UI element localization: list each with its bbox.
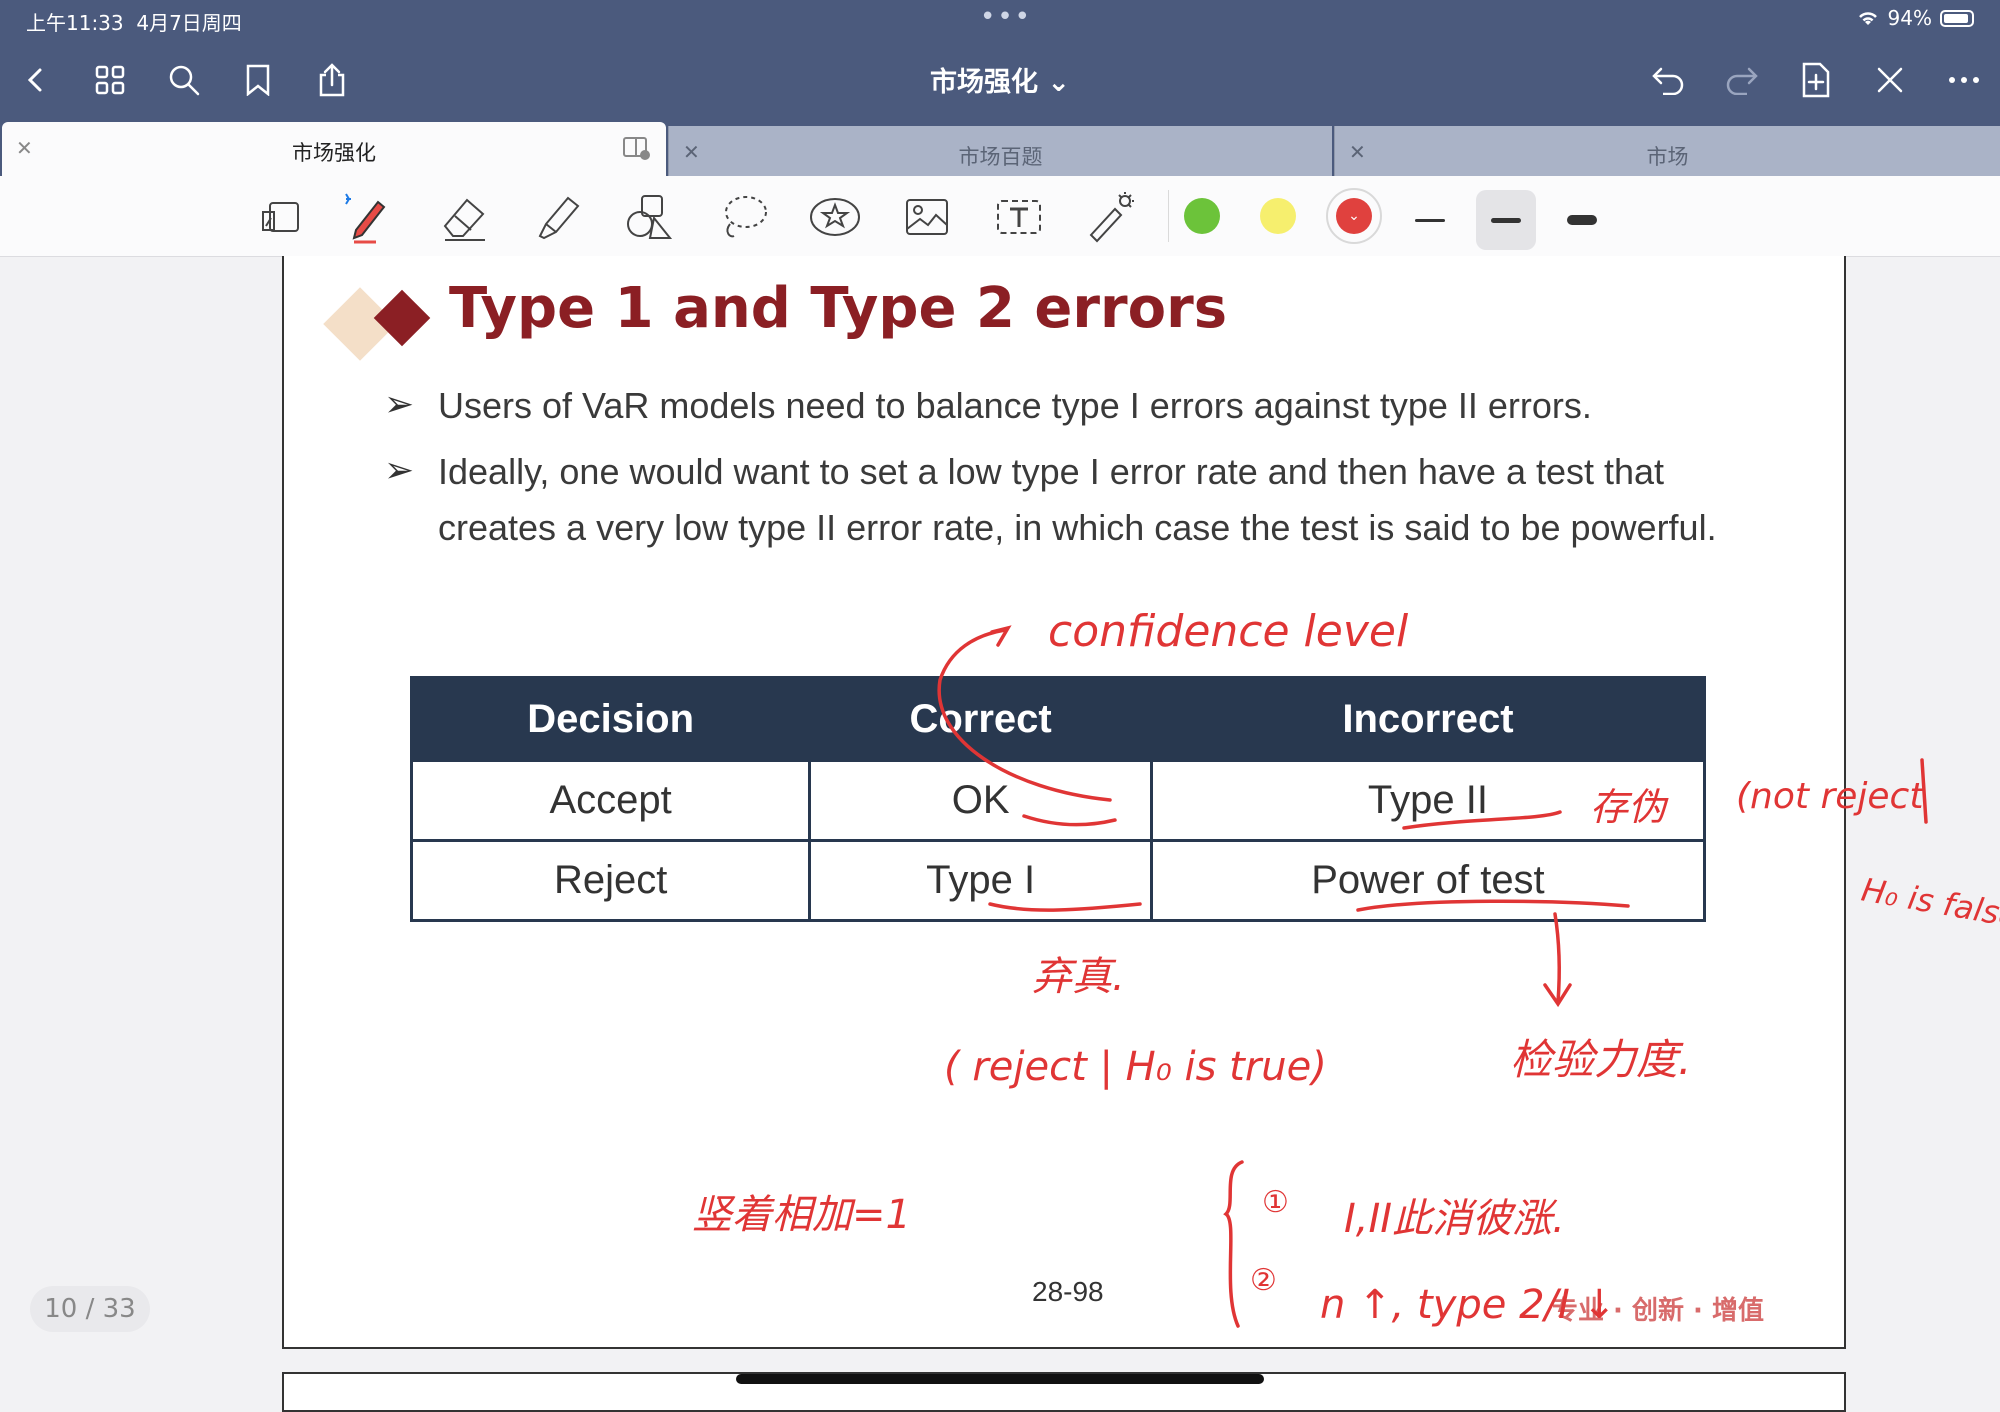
slide-page: Type 1 and Type 2 errors ➢ Users of VaR … <box>282 256 1846 1349</box>
battery-icon <box>1940 9 1974 27</box>
watermark-text: 专业 · 创新 · 增值 <box>1552 1296 1764 1326</box>
bullet-arrow-icon: ➢ <box>384 384 415 425</box>
table-cell: OK <box>808 759 1153 842</box>
nav-bar: 市场强化 ⌄ <box>0 40 2000 122</box>
lasso-icon[interactable] <box>718 190 772 244</box>
document-tabs: ✕ 市场强化 ✕ 市场百题 ✕ 市场 <box>0 122 2000 176</box>
read-mode-icon[interactable] <box>254 190 308 244</box>
table-cell: Accept <box>409 759 812 842</box>
table-header: Decision <box>409 676 812 762</box>
undo-icon[interactable] <box>1646 58 1690 102</box>
tab-market-100[interactable]: ✕ 市场百题 <box>668 126 1332 176</box>
decision-table: Decision Correct Incorrect Accept OK Typ… <box>409 676 1707 922</box>
more-icon[interactable] <box>1942 58 1986 102</box>
image-icon[interactable] <box>900 190 954 244</box>
back-icon[interactable] <box>14 58 58 102</box>
grid-view-icon[interactable] <box>88 58 132 102</box>
page-counter[interactable]: 10 / 33 <box>30 1286 150 1332</box>
shape-tool-icon[interactable] <box>622 190 676 244</box>
bullet-text-1: Users of VaR models need to balance type… <box>438 385 1592 426</box>
search-icon[interactable] <box>162 58 206 102</box>
status-date: 4月7日周四 <box>136 11 242 35</box>
redo-icon[interactable] <box>1720 58 1764 102</box>
slide-page-number: 28-98 <box>1032 1276 1104 1307</box>
highlighter-icon[interactable] <box>530 190 584 244</box>
text-tool-icon[interactable] <box>992 190 1046 244</box>
table-row: Reject Type I Power of test <box>409 839 1707 922</box>
slide-title: Type 1 and Type 2 errors <box>449 276 1228 341</box>
sticker-icon[interactable] <box>808 190 862 244</box>
bullet-text-2: Ideally, one would want to set a low typ… <box>438 451 1717 548</box>
table-cell: Power of test <box>1149 839 1707 922</box>
toolbar-divider <box>1168 190 1169 242</box>
annotation-toolbar: ⌄ <box>0 176 2000 257</box>
table-header: Incorrect <box>1149 676 1707 762</box>
bookmark-icon[interactable] <box>236 58 280 102</box>
eraser-icon[interactable] <box>438 190 492 244</box>
stroke-thin-option[interactable] <box>1400 190 1460 250</box>
close-pen-icon[interactable] <box>1868 58 1912 102</box>
table-header: Correct <box>808 676 1153 762</box>
bullet-arrow-icon: ➢ <box>384 450 415 491</box>
table-row: Accept OK Type II <box>409 759 1707 842</box>
tab-market[interactable]: ✕ 市场 <box>1334 126 2000 176</box>
tab-market-intensive[interactable]: ✕ 市场强化 <box>2 122 666 176</box>
bracket-stroke <box>1920 758 1928 824</box>
share-icon[interactable] <box>310 58 354 102</box>
laser-pointer-icon[interactable] <box>1084 190 1138 244</box>
stroke-medium-option[interactable] <box>1476 190 1536 250</box>
color-green-swatch[interactable] <box>1184 198 1220 234</box>
table-cell: Type I <box>808 839 1153 922</box>
handwritten-h0-false: H₀ is false) <box>1859 870 2000 937</box>
battery-percent: 94% <box>1887 6 1932 30</box>
table-cell: Reject <box>409 839 812 922</box>
document-title-menu[interactable]: 市场强化 ⌄ <box>920 60 1080 99</box>
status-time: 上午11:33 4月7日周四 <box>26 11 242 35</box>
table-cell: Type II <box>1149 759 1707 842</box>
home-indicator[interactable] <box>736 1374 1264 1384</box>
pen-tool-icon[interactable] <box>336 190 390 244</box>
wifi-icon <box>1858 12 1877 25</box>
status-bar: 上午11:33 4月7日周四 ••• 94% <box>0 0 2000 40</box>
stroke-thick-option[interactable] <box>1552 190 1612 250</box>
multitask-dots-icon[interactable]: ••• <box>980 2 1032 32</box>
split-view-icon[interactable] <box>622 136 650 160</box>
status-right: 94% <box>1856 6 1974 30</box>
table-header-row: Decision Correct Incorrect <box>409 676 1707 762</box>
chevron-down-icon: ⌄ <box>1047 67 1071 98</box>
add-page-icon[interactable] <box>1794 58 1838 102</box>
color-yellow-swatch[interactable] <box>1260 198 1296 234</box>
color-red-swatch[interactable]: ⌄ <box>1336 198 1372 234</box>
